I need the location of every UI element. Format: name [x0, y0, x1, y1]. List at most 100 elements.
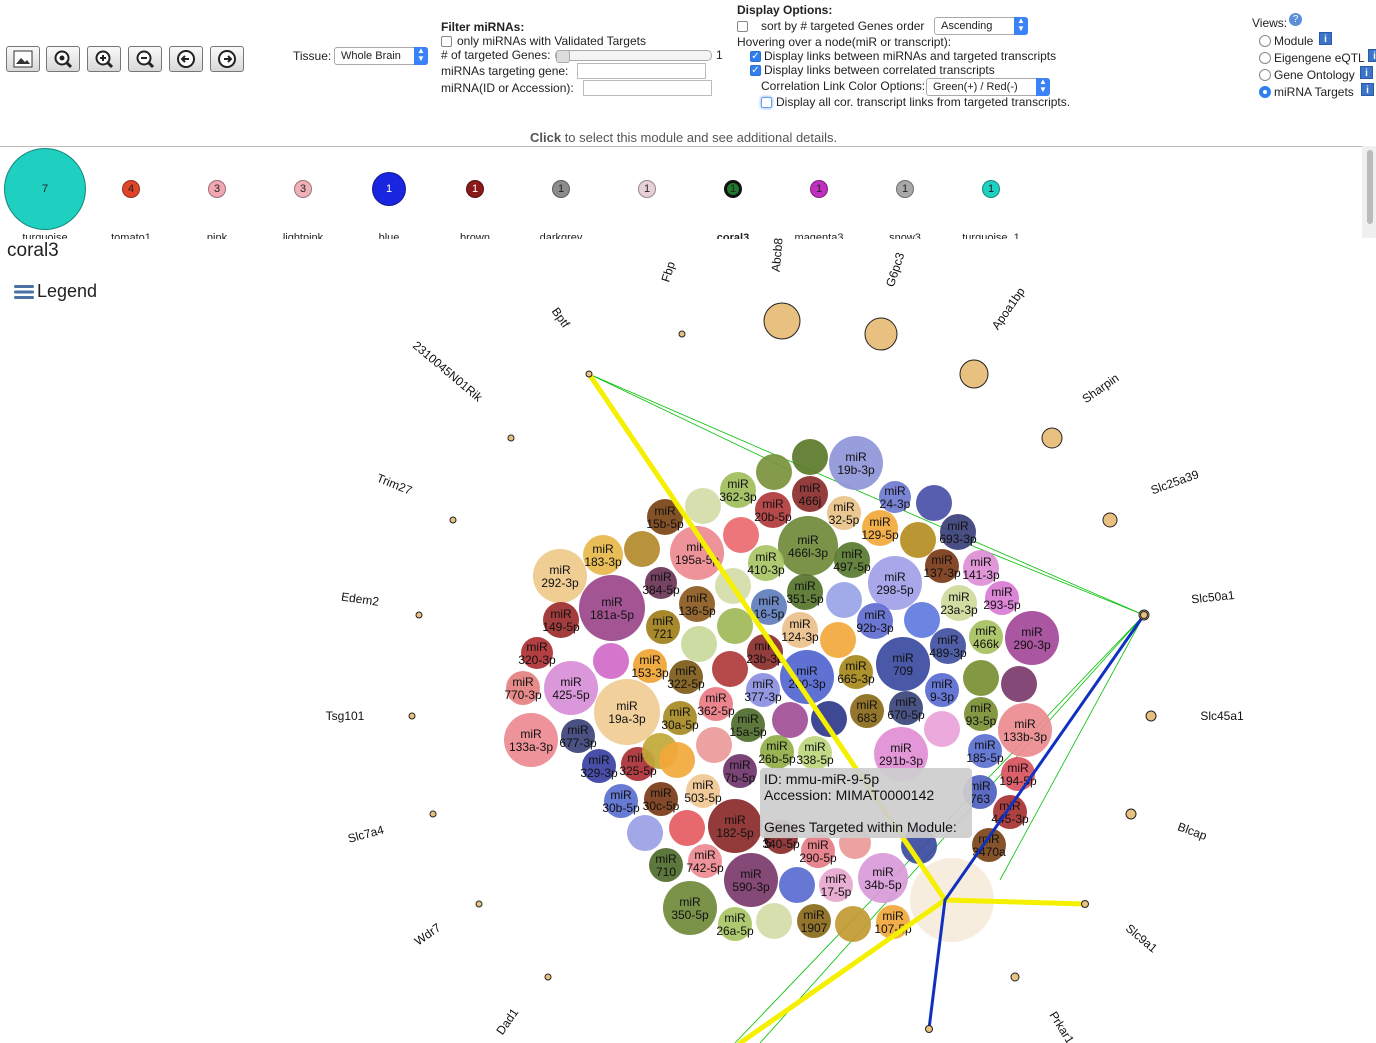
module-node-snow3[interactable]: 1	[896, 180, 914, 198]
mirna-node[interactable]: miR30a-5p	[661, 701, 699, 735]
gene-node[interactable]	[1140, 611, 1148, 619]
mirna-node[interactable]: miR466l-3p	[778, 516, 838, 576]
gene-node[interactable]	[449, 516, 457, 524]
mirna-node[interactable]	[712, 651, 748, 687]
mirna-node[interactable]	[916, 485, 952, 521]
mirna-node[interactable]: miR26a-5p	[716, 907, 754, 941]
module-node-blue[interactable]: 1	[372, 172, 406, 206]
module-node-darkgrey[interactable]: 1	[552, 180, 570, 198]
mirna-node[interactable]: miR466j	[792, 476, 828, 512]
mirna-node[interactable]: miR19a-3p	[594, 679, 660, 745]
mirna-node[interactable]: miR15a-5p	[729, 708, 767, 742]
mirna-node[interactable]	[756, 454, 792, 490]
mirna-node[interactable]: miR322-5p	[667, 660, 705, 694]
mirna-node[interactable]: miR290-5p	[799, 834, 837, 868]
gene-node[interactable]	[763, 302, 801, 340]
mirna-node[interactable]: miR181a-5p	[579, 575, 645, 641]
mirna-node[interactable]	[756, 903, 792, 939]
gene-node[interactable]	[585, 370, 593, 378]
mirna-node[interactable]: miR23a-3p	[940, 585, 978, 621]
mirna-node[interactable]	[696, 727, 732, 763]
mirna-id-input[interactable]	[583, 80, 712, 96]
gene-node[interactable]	[415, 611, 423, 619]
mirna-node[interactable]	[723, 517, 759, 553]
mirna-node[interactable]: miR183-3p	[583, 535, 623, 575]
mirna-node[interactable]: miR665-3p	[837, 655, 875, 689]
module-node-magenta3[interactable]: 1	[810, 180, 828, 198]
mirna-node[interactable]: miR320-3p	[518, 637, 556, 669]
mirna-node[interactable]: miR9-3p	[925, 673, 959, 707]
mirna-node[interactable]: miR3470a	[972, 828, 1006, 862]
gene-node[interactable]	[1145, 710, 1157, 722]
zoom-out-button[interactable]	[128, 46, 162, 72]
mirna-node[interactable]: miR1907	[797, 904, 831, 938]
mirna-node[interactable]: miR670-5p	[887, 691, 925, 725]
mirna-node[interactable]	[624, 531, 660, 567]
view-radio-module[interactable]	[1259, 35, 1271, 47]
zoom-in-button[interactable]	[87, 46, 121, 72]
mirna-node[interactable]	[717, 608, 753, 644]
mirna-node[interactable]: miR590-3p	[724, 853, 778, 907]
mirna-node[interactable]: miR677-3p	[559, 719, 597, 753]
mirna-node[interactable]: miR710	[649, 848, 683, 882]
mirna-node[interactable]: miR136-5p	[678, 586, 716, 622]
module-node-lightpink[interactable]: 3	[294, 180, 312, 198]
mirna-node[interactable]	[835, 906, 871, 942]
gene-node[interactable]	[408, 712, 416, 720]
mirna-node[interactable]: miR24-3p	[879, 481, 911, 513]
mirna-node[interactable]	[779, 867, 815, 903]
mirna-node[interactable]	[772, 702, 808, 738]
mirna-node[interactable]: miR497-5p	[833, 542, 871, 578]
module-node-unnamed[interactable]: 1	[638, 180, 656, 198]
module-node-brown[interactable]: 1	[466, 180, 484, 198]
mirna-node[interactable]: miR32-5p	[827, 496, 861, 530]
color-options-select[interactable]: Green(+) / Red(-) ▲ ▼	[926, 78, 1050, 96]
image-export-button[interactable]	[6, 46, 40, 72]
mirna-node[interactable]: miR425-5p	[544, 661, 598, 715]
mirna-node[interactable]: miR7b-5p	[723, 754, 757, 788]
mirna-info-icon[interactable]: i	[1361, 83, 1374, 96]
all-corr-checkbox[interactable]	[761, 97, 772, 108]
mirna-node[interactable]: miR141-3p	[962, 550, 1000, 586]
mirna-node[interactable]	[1001, 666, 1037, 702]
mirna-node[interactable]: miR489-3p	[929, 628, 967, 664]
tissue-select[interactable]: Whole Brain ▲ ▼	[334, 47, 428, 65]
mirna-node[interactable]: miR93-5p	[964, 697, 998, 731]
mirna-node[interactable]: miR770-3p	[504, 671, 542, 705]
mirna-node[interactable]: miR133a-3p	[504, 713, 558, 767]
mirna-node[interactable]: miR20b-5p	[754, 492, 792, 528]
gene-node[interactable]	[925, 1025, 933, 1033]
mirna-node[interactable]: miR384-5p	[642, 567, 680, 599]
rotate-right-button[interactable]	[210, 46, 244, 72]
mirna-node[interactable]: miR709	[876, 637, 930, 691]
mirna-node[interactable]	[924, 711, 960, 747]
rotate-left-button[interactable]	[169, 46, 203, 72]
mirna-node[interactable]: miR34b-5p	[858, 853, 908, 903]
mirna-node[interactable]: miR153-3p	[631, 649, 669, 683]
mirna-node[interactable]: miR19b-3p	[829, 436, 883, 490]
mirna-node[interactable]: miR362-5p	[697, 687, 735, 721]
targeted-genes-slider[interactable]	[555, 50, 712, 63]
mirna-node[interactable]: miR30c-5p	[643, 782, 680, 816]
mirna-node[interactable]: miR693-3p	[939, 514, 977, 550]
mirna-node[interactable]: miR377-3p	[744, 673, 782, 707]
gene-node[interactable]	[1081, 900, 1089, 908]
mirna-node[interactable]: miR290-3p	[1005, 611, 1059, 665]
mirna-node[interactable]	[659, 742, 695, 778]
gene-node[interactable]	[1125, 808, 1137, 820]
mirna-node[interactable]	[593, 643, 629, 679]
mirna-node[interactable]: miR293-5p	[983, 581, 1021, 615]
mirna-node[interactable]: miR26b-5p	[758, 735, 796, 769]
mirna-node[interactable]	[669, 810, 705, 846]
mirna-node[interactable]: miR466k	[969, 620, 1003, 654]
links-corr-checkbox[interactable]: ✓	[750, 65, 761, 76]
scrollbar-thumb[interactable]	[1367, 150, 1373, 224]
mirna-node[interactable]: miR683	[850, 694, 884, 728]
slider-handle[interactable]	[556, 50, 570, 63]
mirna-node[interactable]: miR503-5p	[684, 774, 722, 808]
mirna-node[interactable]: miR182-5p	[708, 799, 762, 853]
mirna-node[interactable]: miR129-5p	[861, 510, 899, 546]
go-info-icon[interactable]: i	[1360, 66, 1373, 79]
mirna-node[interactable]: miR149-5p	[542, 602, 580, 638]
eqtl-info-icon[interactable]: i	[1368, 49, 1376, 62]
